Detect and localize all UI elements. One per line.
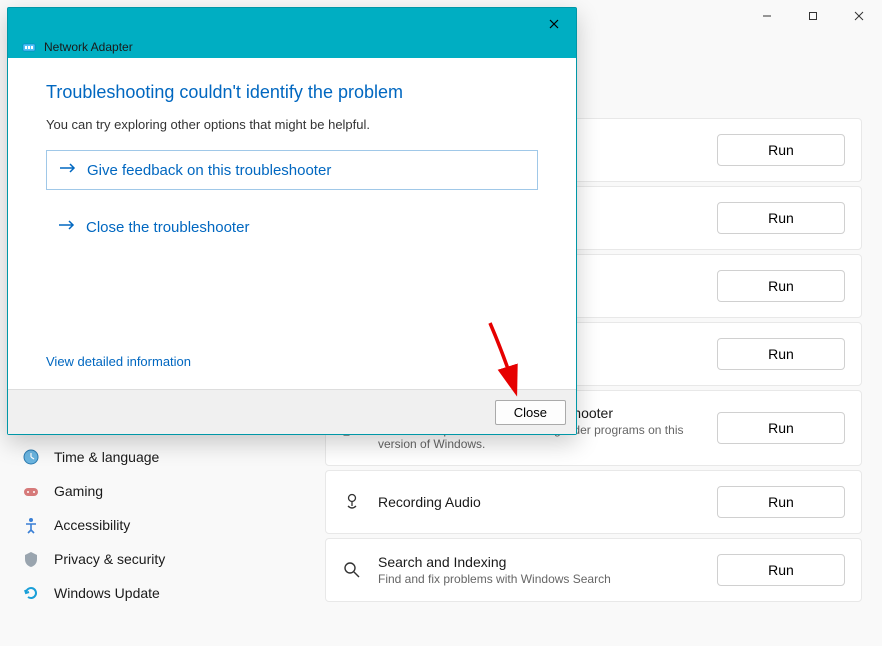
update-icon bbox=[22, 584, 40, 602]
network-adapter-icon bbox=[22, 40, 36, 54]
sidebar-item-label: Time & language bbox=[54, 449, 159, 465]
maximize-button[interactable] bbox=[790, 0, 836, 32]
dialog-body: Troubleshooting couldn't identify the pr… bbox=[8, 58, 576, 389]
troubleshooter-dialog: Network Adapter Troubleshooting couldn't… bbox=[7, 7, 577, 435]
minimize-button[interactable] bbox=[744, 0, 790, 32]
sidebar-item-label: Windows Update bbox=[54, 585, 160, 601]
troubleshooter-icon bbox=[342, 560, 362, 580]
dialog-subtext: You can try exploring other options that… bbox=[46, 117, 538, 132]
troubleshooter-icon bbox=[342, 492, 362, 512]
run-button[interactable]: Run bbox=[717, 270, 845, 302]
option-feedback-label: Give feedback on this troubleshooter bbox=[87, 162, 331, 179]
run-button[interactable]: Run bbox=[717, 338, 845, 370]
run-button[interactable]: Run bbox=[717, 554, 845, 586]
time-icon bbox=[22, 448, 40, 466]
troubleshooter-item: Search and Indexing Find and fix problem… bbox=[325, 538, 862, 602]
sidebar-item-privacy[interactable]: Privacy & security bbox=[0, 542, 310, 576]
dialog-close-x[interactable] bbox=[542, 14, 566, 34]
window-controls bbox=[744, 0, 882, 32]
privacy-icon bbox=[22, 550, 40, 568]
sidebar-item-accessibility[interactable]: Accessibility bbox=[0, 508, 310, 542]
troubleshooter-desc: Find and fix problems with Windows Searc… bbox=[378, 572, 701, 586]
sidebar-item-time[interactable]: Time & language bbox=[0, 440, 310, 474]
dialog-title-row: Network Adapter bbox=[22, 40, 133, 54]
dialog-footer: Close bbox=[8, 389, 576, 434]
troubleshooter-item: Recording Audio Run bbox=[325, 470, 862, 534]
sidebar-item-update[interactable]: Windows Update bbox=[0, 576, 310, 610]
settings-sidebar: Time & language Gaming Accessibility Pri… bbox=[0, 440, 310, 610]
dialog-titlebar[interactable]: Network Adapter bbox=[8, 8, 576, 58]
troubleshooter-name: Recording Audio bbox=[378, 494, 701, 510]
accessibility-icon bbox=[22, 516, 40, 534]
close-window-button[interactable] bbox=[836, 0, 882, 32]
dialog-title: Network Adapter bbox=[44, 40, 133, 54]
run-button[interactable]: Run bbox=[717, 134, 845, 166]
run-button[interactable]: Run bbox=[717, 202, 845, 234]
option-close-label: Close the troubleshooter bbox=[86, 219, 249, 236]
troubleshooter-text: Recording Audio bbox=[378, 494, 701, 510]
sidebar-item-label: Gaming bbox=[54, 483, 103, 499]
option-close-troubleshooter[interactable]: Close the troubleshooter bbox=[46, 208, 538, 246]
arrow-right-icon bbox=[59, 161, 77, 179]
troubleshooter-name: Search and Indexing bbox=[378, 554, 701, 570]
gaming-icon bbox=[22, 482, 40, 500]
sidebar-item-label: Privacy & security bbox=[54, 551, 165, 567]
view-detailed-info-link[interactable]: View detailed information bbox=[46, 354, 191, 369]
troubleshooter-text: Search and Indexing Find and fix problem… bbox=[378, 554, 701, 586]
sidebar-item-label: Accessibility bbox=[54, 517, 130, 533]
arrow-right-icon bbox=[58, 218, 76, 236]
run-button[interactable]: Run bbox=[717, 486, 845, 518]
close-button[interactable]: Close bbox=[495, 400, 566, 425]
run-button[interactable]: Run bbox=[717, 412, 845, 444]
sidebar-item-gaming[interactable]: Gaming bbox=[0, 474, 310, 508]
option-give-feedback[interactable]: Give feedback on this troubleshooter bbox=[46, 150, 538, 190]
dialog-heading: Troubleshooting couldn't identify the pr… bbox=[46, 82, 538, 103]
